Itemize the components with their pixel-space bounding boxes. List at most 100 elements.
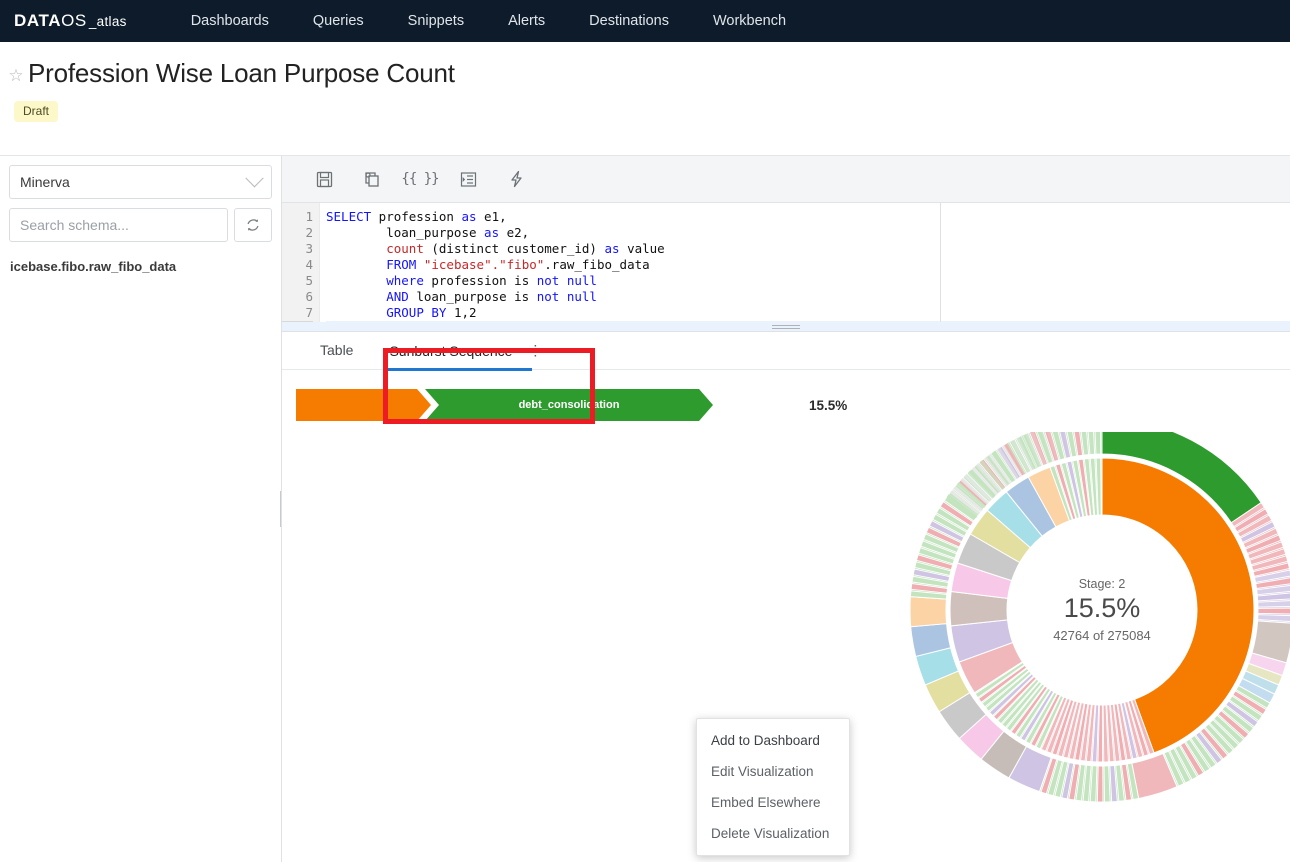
- line-number-1: 1: [305, 209, 313, 224]
- sunburst-subsegment[interactable]: [1096, 765, 1104, 803]
- code-area: 12345678 SELECT profession as e1, loan_p…: [282, 203, 1290, 331]
- fork-icon: [365, 172, 379, 187]
- line-number-7: 7: [305, 305, 313, 320]
- trail-crumb-profession[interactable]: [296, 389, 431, 421]
- code-token: as: [461, 209, 477, 224]
- results-tabs: Table Sunburst Sequence ⋮: [282, 332, 1290, 371]
- save-icon: [316, 171, 332, 187]
- nav-link-workbench[interactable]: Workbench: [691, 0, 808, 42]
- code-token: loan_purpose is: [408, 289, 537, 304]
- line-number-6: 6: [305, 289, 313, 304]
- code-line-6: AND loan_purpose is not null: [326, 289, 1290, 305]
- code-token: as: [604, 241, 620, 256]
- code-token: 1,2: [446, 305, 477, 320]
- sunburst-subsegment[interactable]: [1103, 765, 1111, 803]
- star-outline-icon[interactable]: ☆: [6, 65, 26, 85]
- trail-crumb-debt-consolidation-label: debt_consolidation: [518, 399, 620, 411]
- results-panel: Table Sunburst Sequence ⋮ debt_consolida…: [282, 332, 1290, 862]
- workspace: Minerva icebase.fibo.raw_fibo_data: [0, 155, 1290, 862]
- parameters-icon: {{ }}: [401, 171, 439, 187]
- code-token: GROUP BY: [386, 305, 447, 320]
- trail-crumb-debt-consolidation[interactable]: debt_consolidation: [425, 389, 713, 421]
- save-query-button[interactable]: [300, 161, 348, 197]
- menu-item-delete-visualization[interactable]: Delete Visualization: [697, 818, 849, 849]
- code-token: profession is: [423, 273, 537, 288]
- format-icon: [460, 171, 476, 187]
- schema-item-raw-fibo-data[interactable]: icebase.fibo.raw_fibo_data: [10, 256, 271, 277]
- line-number-3: 3: [305, 241, 313, 256]
- brand-atlas-text: _atlas: [88, 14, 127, 29]
- menu-item-edit-visualization[interactable]: Edit Visualization: [697, 756, 849, 787]
- code-token: profession: [371, 209, 462, 224]
- format-query-button[interactable]: [444, 161, 492, 197]
- code-line-4: FROM "icebase"."fibo".raw_fibo_data: [326, 257, 1290, 273]
- refresh-icon: [247, 219, 259, 231]
- code-token: "icebase"."fibo": [423, 257, 545, 272]
- visualization-context-menu[interactable]: Add to Dashboard Edit Visualization Embe…: [696, 718, 850, 856]
- refresh-schema-button[interactable]: [234, 208, 272, 242]
- brand-logo[interactable]: DATA OS _atlas: [14, 11, 127, 31]
- title-row: ☆ Profession Wise Loan Purpose Count: [6, 58, 1290, 89]
- nav-link-destinations[interactable]: Destinations: [567, 0, 691, 42]
- code-lines[interactable]: SELECT profession as e1, loan_purpose as…: [320, 203, 1290, 331]
- brand-data-text: DATA: [14, 11, 62, 30]
- line-number-2: 2: [305, 225, 313, 240]
- code-token: AND: [386, 289, 409, 304]
- sql-editor[interactable]: 12345678 SELECT profession as e1, loan_p…: [282, 203, 1290, 332]
- chevron-down-icon: [245, 168, 264, 187]
- badge-row: Draft: [6, 89, 1290, 122]
- code-line-3: count (distinct customer_id) as value: [326, 241, 1290, 257]
- code-line-1: SELECT profession as e1,: [326, 209, 1290, 225]
- nav-link-dashboards[interactable]: Dashboards: [169, 0, 291, 42]
- tab-table[interactable]: Table: [302, 332, 371, 369]
- resize-bar: [772, 324, 800, 329]
- brand-os-text: OS: [61, 11, 87, 30]
- code-token: .raw_fibo_data: [544, 257, 650, 272]
- query-parameters-button[interactable]: {{ }}: [396, 161, 444, 197]
- trail-percent-label: 15.5%: [809, 397, 848, 413]
- kebab-menu-icon[interactable]: ⋮: [528, 332, 542, 369]
- nav-link-snippets[interactable]: Snippets: [386, 0, 486, 42]
- search-schema-input[interactable]: [9, 208, 228, 242]
- line-number-4: 4: [305, 257, 313, 272]
- fork-query-button[interactable]: [348, 161, 396, 197]
- code-token: as: [484, 225, 500, 240]
- code-token: e1,: [476, 209, 507, 224]
- lightning-icon: [510, 170, 522, 188]
- schema-search-row: [9, 208, 272, 242]
- schema-list: icebase.fibo.raw_fibo_data: [0, 256, 281, 277]
- nav-link-queries[interactable]: Queries: [291, 0, 386, 42]
- code-token: FROM: [386, 257, 417, 272]
- page-header: ☆ Profession Wise Loan Purpose Count Dra…: [0, 42, 1290, 122]
- editor-ruler: [940, 203, 941, 331]
- line-number-gutter: 12345678: [282, 203, 320, 331]
- data-source-select[interactable]: Minerva: [9, 165, 272, 199]
- code-token: not null: [536, 289, 597, 304]
- main-panel: {{ }} 12345678: [282, 156, 1290, 862]
- nav-link-alerts[interactable]: Alerts: [486, 0, 567, 42]
- menu-item-add-to-dashboard[interactable]: Add to Dashboard: [697, 725, 849, 756]
- tab-table-label: Table: [320, 342, 354, 358]
- execute-query-button[interactable]: [492, 161, 540, 197]
- sunburst-svg[interactable]: [902, 432, 1290, 810]
- code-token: value: [619, 241, 665, 256]
- code-token: count: [386, 241, 424, 256]
- sunburst-segment-o19[interactable]: [909, 596, 948, 628]
- code-token: loan_purpose: [326, 225, 485, 240]
- code-line-2: loan_purpose as e2,: [326, 225, 1290, 241]
- inner-ring-profession[interactable]: [949, 457, 1255, 763]
- tab-sunburst-sequence-label: Sunburst Sequence: [389, 342, 513, 359]
- code-line-5: where profession is not null: [326, 273, 1290, 289]
- data-source-label: Minerva: [20, 174, 70, 190]
- sunburst-subsegment[interactable]: [1257, 607, 1290, 615]
- menu-item-embed-elsewhere[interactable]: Embed Elsewhere: [697, 787, 849, 818]
- code-token: not null: [536, 273, 597, 288]
- code-token: SELECT: [326, 209, 372, 224]
- editor-resize-handle[interactable]: [282, 322, 1290, 331]
- tab-sunburst-sequence[interactable]: Sunburst Sequence ⋮: [371, 332, 560, 371]
